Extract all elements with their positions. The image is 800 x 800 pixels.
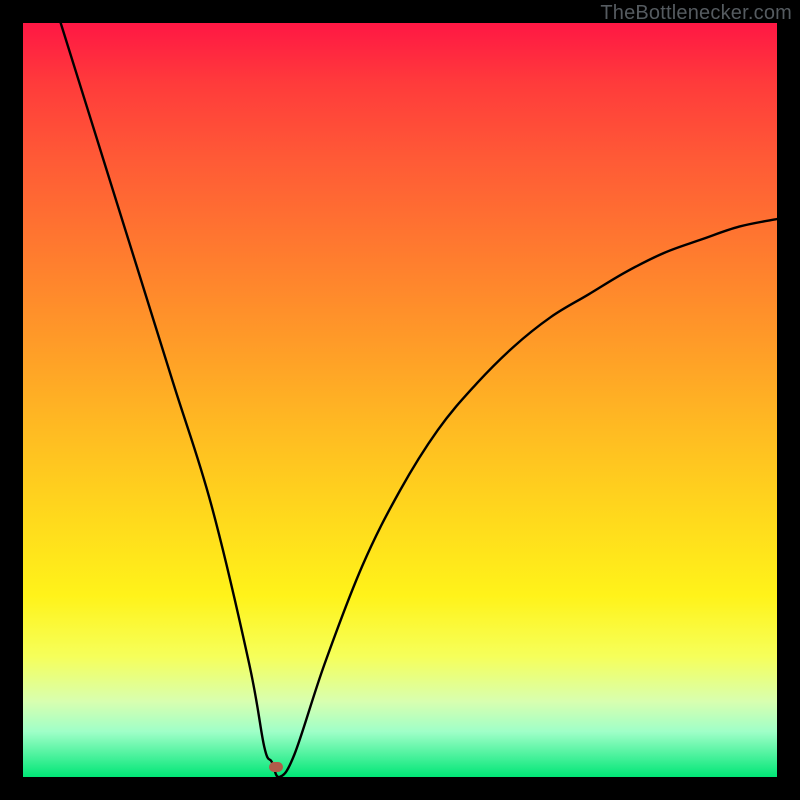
bottleneck-curve — [23, 23, 777, 777]
watermark-text: TheBottlenecker.com — [600, 2, 792, 25]
chart-plot-area — [23, 23, 777, 777]
optimal-point-marker — [269, 762, 283, 772]
